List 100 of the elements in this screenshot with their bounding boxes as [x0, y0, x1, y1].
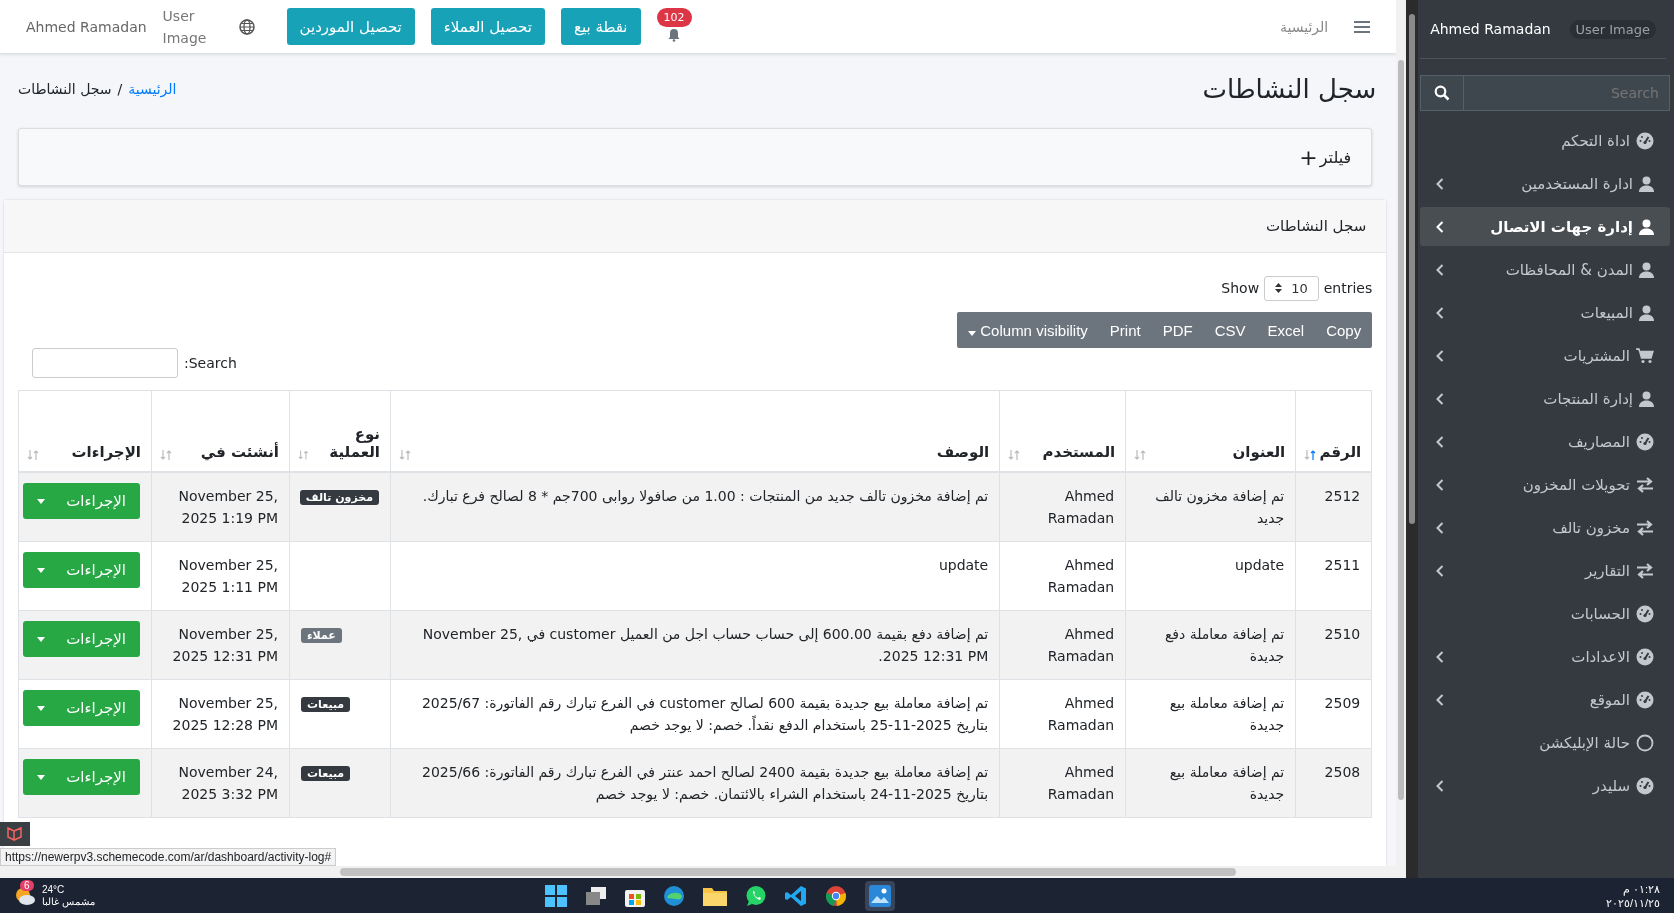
folder-icon[interactable] — [702, 885, 727, 906]
filter-toggle[interactable]: فيلتر+ — [1299, 144, 1352, 170]
chevron-icon — [1436, 220, 1445, 233]
clock-time[interactable]: ٠١:٢٨ م — [1622, 881, 1660, 896]
globe-icon[interactable] — [238, 18, 255, 35]
type-badge: مبيعات — [301, 697, 351, 712]
sidebar-item[interactable]: المبيعات — [1420, 293, 1670, 332]
temperature: 24°C — [42, 883, 66, 896]
gauge-icon — [1636, 432, 1654, 451]
gauge-icon — [1636, 647, 1654, 666]
entries-label: entries — [1323, 280, 1373, 296]
exchange-icon — [1636, 519, 1654, 536]
type-badge: مبيعات — [301, 766, 351, 781]
column-visibility-button[interactable]: Column visibility — [957, 312, 1099, 348]
sidebar-scrollbar[interactable] — [1406, 0, 1419, 878]
sidebar-user-image-alt: User Image — [1569, 19, 1656, 39]
sidebar-user-name[interactable]: Ahmed Ramadan — [1430, 21, 1551, 37]
search-icon — [1434, 85, 1451, 101]
gauge-icon — [1636, 604, 1654, 623]
table-cell: Ahmed Ramadan — [999, 472, 1126, 542]
chevron-icon — [1436, 177, 1445, 190]
sidebar-item[interactable]: المصاريف — [1420, 422, 1670, 461]
sidebar-item[interactable]: الحسابات — [1420, 594, 1670, 633]
sidebar-item[interactable]: المدن & المحافظات — [1420, 250, 1670, 289]
sidebar-item[interactable]: حالة الإبليكشن — [1420, 723, 1670, 762]
chevron-icon — [1436, 478, 1445, 491]
table-cell: November 25, 2025 1:11 PM — [151, 541, 290, 611]
home-link[interactable]: الرئيسية — [1280, 18, 1329, 35]
caret-icon — [37, 705, 45, 711]
weather-badge: 6 — [20, 879, 34, 891]
table-cell: November 24, 2025 3:32 PM — [151, 748, 290, 818]
table-cell: November 25, 2025 12:31 PM — [151, 610, 290, 680]
weather-condition: مشمس غالبا — [42, 895, 95, 908]
sidebar-item[interactable]: إدارة جهات الاتصال — [1420, 207, 1670, 246]
cart-icon — [1636, 347, 1654, 364]
breadcrumb-separator: / — [117, 81, 123, 97]
sidebar-item[interactable]: الاعدادات — [1420, 637, 1670, 676]
gauge-icon — [1636, 690, 1654, 709]
bell-icon[interactable] — [666, 27, 681, 42]
table-cell: تم إضافة مخزون تالف جديد — [1125, 472, 1296, 542]
sort-icon[interactable] — [1304, 449, 1317, 461]
sidebar-item[interactable]: ادارة المستخدمين — [1420, 164, 1670, 203]
table-cell: 2511 — [1295, 541, 1372, 611]
table-cell: update — [390, 541, 1000, 611]
exchange-icon — [1636, 476, 1654, 493]
export-button[interactable]: Excel — [1256, 312, 1316, 348]
breadcrumb-current: سجل النشاطات — [18, 81, 112, 97]
table-cell: Ahmed Ramadan — [999, 541, 1126, 611]
export-button[interactable]: Print — [1098, 312, 1152, 348]
table-cell: Ahmed Ramadan — [999, 679, 1126, 749]
sidebar-item[interactable]: التقارير — [1420, 551, 1670, 590]
image-app-icon[interactable] — [868, 884, 891, 907]
user-image-alt: User Image — [162, 6, 207, 48]
user-name[interactable]: Ahmed Ramadan — [26, 18, 147, 35]
menu-icon[interactable] — [1354, 19, 1371, 34]
entries-select[interactable]: 10 — [1264, 275, 1319, 301]
caret-icon — [37, 498, 45, 504]
user-icon — [1639, 218, 1654, 235]
table-cell: Ahmed Ramadan — [999, 610, 1126, 680]
caret-icon — [37, 636, 45, 642]
clock-date[interactable]: ٢٠٢٥/١١/٢٥ — [1605, 895, 1660, 910]
chevron-icon — [1436, 564, 1445, 577]
chevron-icon — [1436, 650, 1445, 663]
horizontal-scrollbar[interactable] — [0, 866, 1397, 878]
chevron-icon — [1436, 779, 1445, 792]
chevron-icon — [1436, 693, 1445, 706]
user-icon — [1639, 390, 1654, 407]
windows-start-icon[interactable] — [544, 884, 567, 907]
chevron-icon — [1436, 435, 1445, 448]
export-button[interactable]: CSV — [1203, 312, 1257, 348]
sidebar-item[interactable]: المشتريات — [1420, 336, 1670, 375]
chevron-icon — [1436, 349, 1445, 362]
chevron-icon — [1436, 392, 1445, 405]
spinner-arrows-icon — [1275, 283, 1283, 293]
chrome-icon[interactable] — [824, 884, 847, 907]
task-view-icon[interactable] — [584, 885, 607, 906]
chat-icon[interactable] — [744, 884, 767, 907]
breadcrumb-link[interactable]: الرئيسية — [128, 81, 177, 97]
export-button[interactable]: Copy — [1315, 312, 1373, 348]
export-button[interactable]: PDF — [1151, 312, 1204, 348]
exchange-icon — [1636, 562, 1654, 579]
sidebar-item[interactable]: إدارة المنتجات — [1420, 379, 1670, 418]
table-cell: Ahmed Ramadan — [999, 748, 1126, 818]
gauge-icon — [1636, 131, 1654, 150]
sidebar-item[interactable]: الموقع — [1420, 680, 1670, 719]
browser-edge-icon[interactable] — [662, 884, 685, 907]
page-scrollbar[interactable] — [1396, 0, 1407, 878]
sidebar-item[interactable]: تحويلات المخزون — [1420, 465, 1670, 504]
sidebar-item[interactable]: سليدر — [1420, 766, 1670, 805]
code-editor-icon[interactable] — [784, 884, 807, 907]
table-cell: 2512 — [1295, 472, 1372, 542]
sidebar-item[interactable]: مخزون تالف — [1420, 508, 1670, 547]
card-title: سجل النشاطات — [1266, 217, 1367, 235]
debug-bar-icon[interactable] — [0, 822, 30, 846]
sidebar-item[interactable]: اداة التحكم — [1420, 121, 1670, 160]
table-cell: تم إضافة مخزون تالف جديد من المنتجات : 1.00 من صافولا روابى 700جم * 8 لصالح فرع تبارك. — [390, 472, 1000, 542]
search-button[interactable] — [1421, 76, 1465, 110]
table-cell: November 25, 2025 1:19 PM — [151, 472, 290, 542]
table-cell: update — [1125, 541, 1296, 611]
search-field[interactable] — [32, 348, 178, 378]
